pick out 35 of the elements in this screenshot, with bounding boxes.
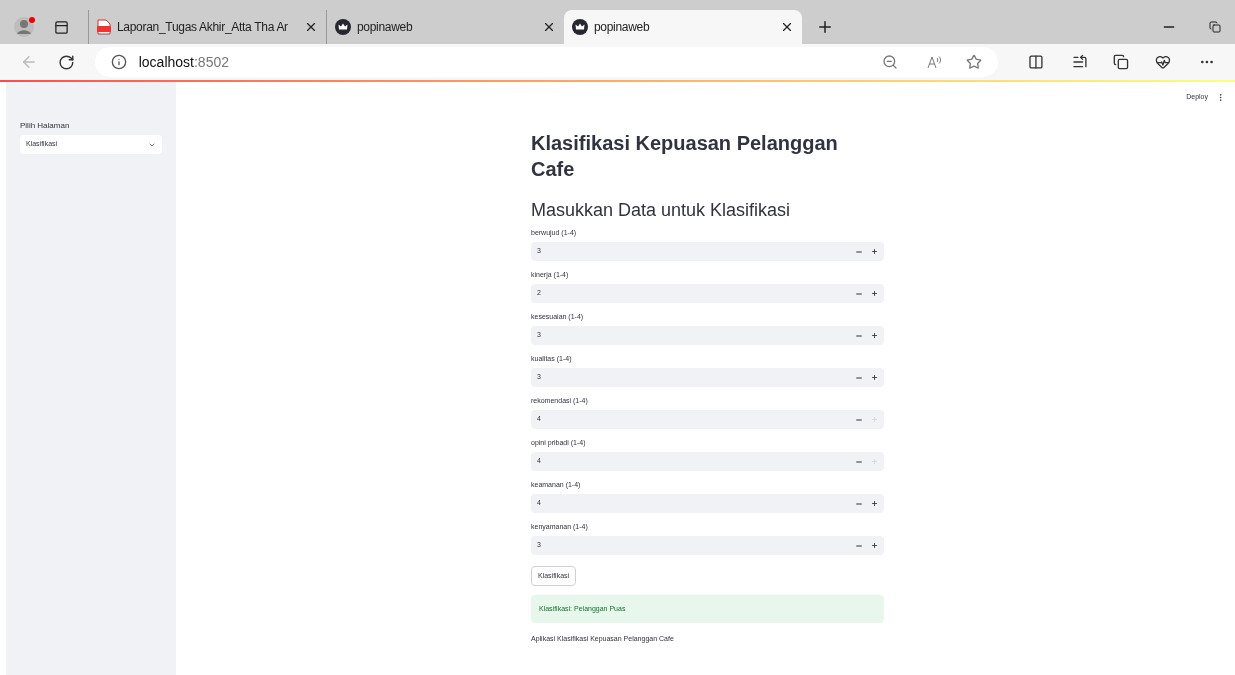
close-icon[interactable] bbox=[542, 20, 556, 34]
tab-title: Laporan_Tugas Akhir_Atta Tha Ar bbox=[117, 19, 289, 36]
page-title: Klasifikasi Kepuasan Pelanggan Cafe bbox=[531, 131, 839, 182]
plus-icon[interactable] bbox=[871, 374, 878, 381]
browser-tab[interactable]: popinaweb bbox=[564, 10, 802, 44]
tab-title: popinaweb bbox=[594, 19, 651, 36]
sidebar-label: Pilih Halaman bbox=[20, 120, 71, 132]
reload-icon[interactable] bbox=[57, 53, 75, 71]
new-tab-icon[interactable] bbox=[816, 18, 834, 36]
collections-icon[interactable] bbox=[1113, 54, 1130, 70]
more-icon[interactable] bbox=[1216, 92, 1225, 102]
tab-actions-icon[interactable] bbox=[54, 19, 69, 35]
close-icon[interactable] bbox=[304, 20, 318, 34]
plus-icon[interactable] bbox=[871, 542, 878, 549]
plus-icon[interactable] bbox=[871, 332, 878, 339]
zoom-out-icon[interactable] bbox=[881, 54, 898, 70]
address-bar[interactable]: localhost:8502 bbox=[94, 47, 998, 77]
favorite-icon[interactable] bbox=[965, 54, 982, 70]
health-icon[interactable] bbox=[1155, 54, 1172, 70]
url-text: localhost:8502 bbox=[138, 52, 231, 72]
close-icon[interactable] bbox=[780, 20, 794, 34]
plus-icon[interactable] bbox=[871, 290, 878, 297]
info-icon[interactable] bbox=[110, 54, 127, 70]
favorites-list-icon[interactable] bbox=[1071, 54, 1088, 70]
tab-title: popinaweb bbox=[357, 19, 414, 36]
plus-icon[interactable] bbox=[871, 500, 878, 507]
section-heading: Masukkan Data untuk Klasifikasi bbox=[531, 199, 792, 222]
plus-icon[interactable] bbox=[871, 248, 878, 255]
crown-icon bbox=[572, 19, 588, 35]
restore-icon[interactable] bbox=[1209, 21, 1221, 33]
profile-avatar-icon[interactable] bbox=[14, 16, 36, 38]
crown-icon bbox=[335, 19, 351, 35]
read-aloud-icon[interactable] bbox=[925, 54, 942, 70]
pdf-icon bbox=[97, 19, 111, 35]
split-screen-icon[interactable] bbox=[1027, 54, 1044, 70]
